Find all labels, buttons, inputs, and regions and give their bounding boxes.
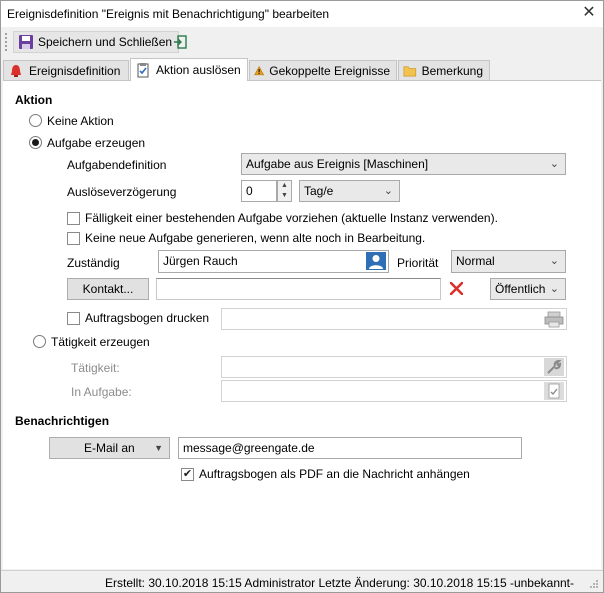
title-bar: Ereignisdefinition "Ereignis mit Benachr…	[1, 1, 603, 27]
window-title: Ereignisdefinition "Ereignis mit Benachr…	[7, 7, 330, 21]
spin-up-icon[interactable]: ▲	[278, 181, 291, 191]
faelligkeit-checkbox[interactable]	[67, 212, 80, 225]
tab-ereignisdefinition[interactable]: Ereignisdefinition	[3, 60, 129, 80]
tab-aktion-ausloesen[interactable]: Aktion auslösen	[130, 58, 248, 81]
wrench-icon[interactable]	[544, 358, 564, 376]
save-and-close-label: Speichern und Schließen	[38, 35, 173, 49]
radio-aufgabe-erzeugen[interactable]	[29, 136, 42, 149]
in-aufgabe-input[interactable]	[221, 380, 567, 402]
radio-keine-aktion[interactable]	[29, 114, 42, 127]
spin-down-icon[interactable]: ▼	[278, 191, 291, 201]
taetigkeit-input[interactable]	[221, 356, 567, 378]
keine-neue-aufgabe-checkbox[interactable]	[67, 232, 80, 245]
radio-keine-aktion-label[interactable]: Keine Aktion	[47, 114, 114, 128]
tab-label: Bemerkung	[421, 63, 483, 78]
save-and-close-button[interactable]: Speichern und Schließen	[13, 31, 180, 53]
prioritaet-value: Normal	[456, 254, 495, 268]
einheit-value: Tag/e	[304, 184, 334, 198]
sichtbarkeit-dropdown[interactable]: Öffentlich ⌄	[490, 278, 566, 300]
alarm-icon	[11, 64, 21, 77]
sichtbarkeit-value: Öffentlich	[495, 282, 546, 296]
ausloeseverzoegerung-input[interactable]: 0	[241, 180, 277, 202]
exit-door-icon[interactable]	[173, 35, 187, 49]
tab-gekoppelte-ereignisse[interactable]: Gekoppelte Ereignisse	[249, 60, 397, 80]
clipboard-check-icon[interactable]	[544, 382, 564, 400]
in-aufgabe-label: In Aufgabe:	[71, 385, 132, 399]
kontakt-input[interactable]	[156, 278, 441, 300]
radio-aufgabe-erzeugen-label[interactable]: Aufgabe erzeugen	[47, 136, 145, 150]
floppy-disk-icon	[19, 35, 33, 49]
status-text: Erstellt: 30.10.2018 15:15 Administrator…	[105, 576, 574, 590]
delete-x-icon[interactable]	[450, 282, 463, 295]
zustaendig-input[interactable]: Jürgen Rauch	[158, 250, 389, 273]
ausloeseverzoegerung-label: Auslöseverzögerung	[67, 185, 177, 199]
chevron-down-icon: ⌄	[549, 158, 559, 170]
tab-content-panel: Aktion Keine Aktion Aufgabe erzeugen Auf…	[3, 80, 601, 569]
pdf-anhaengen-checkbox[interactable]: ✔	[181, 468, 194, 481]
chevron-down-icon: ⌄	[549, 283, 559, 295]
tab-label: Gekoppelte Ereignisse	[269, 63, 390, 78]
aufgabendefinition-value: Aufgabe aus Ereignis [Maschinen]	[246, 157, 429, 171]
user-icon[interactable]	[366, 252, 386, 270]
status-bar: Erstellt: 30.10.2018 15:15 Administrator…	[1, 570, 603, 592]
printer-icon[interactable]	[544, 310, 564, 328]
folder-icon	[403, 65, 417, 76]
aufgabendefinition-label: Aufgabendefinition	[67, 158, 167, 172]
toolbar: Speichern und Schließen	[1, 27, 603, 57]
einheit-dropdown[interactable]: Tag/e ⌄	[299, 180, 400, 202]
tab-bar: Ereignisdefinition Aktion auslösen Gekop…	[1, 58, 603, 81]
caret-down-icon: ▼	[154, 443, 163, 453]
radio-taetigkeit-erzeugen[interactable]	[33, 335, 46, 348]
auftragsbogen-drucken-label[interactable]: Auftragsbogen drucken	[85, 311, 209, 325]
faelligkeit-checkbox-label[interactable]: Fälligkeit einer bestehenden Aufgabe vor…	[85, 211, 498, 225]
tab-label: Ereignisdefinition	[29, 63, 121, 78]
prioritaet-dropdown[interactable]: Normal ⌄	[451, 250, 566, 273]
zustaendig-value: Jürgen Rauch	[163, 254, 238, 268]
chevron-down-icon: ⌄	[549, 255, 559, 267]
chevron-down-icon: ⌄	[383, 185, 393, 197]
section-heading-aktion: Aktion	[15, 93, 53, 107]
close-icon[interactable]: ✕	[579, 3, 599, 23]
zustaendig-label: Zuständig	[67, 256, 120, 270]
aufgabendefinition-dropdown[interactable]: Aufgabe aus Ereignis [Maschinen] ⌄	[241, 153, 566, 175]
keine-neue-aufgabe-checkbox-label[interactable]: Keine neue Aufgabe generieren, wenn alte…	[85, 231, 425, 245]
prioritaet-label: Priorität	[397, 256, 439, 270]
tab-label: Aktion auslösen	[156, 63, 241, 77]
ausloeseverzoegerung-spinner[interactable]: ▲ ▼	[277, 180, 292, 202]
pdf-anhaengen-label[interactable]: Auftragsbogen als PDF an die Nachricht a…	[199, 467, 470, 481]
resize-grip-icon[interactable]	[589, 579, 599, 589]
tab-bemerkung[interactable]: Bemerkung	[398, 60, 490, 80]
warning-icon	[254, 65, 265, 75]
clipboard-check-icon	[137, 63, 149, 78]
toolbar-grip-icon[interactable]	[5, 33, 9, 51]
taetigkeit-label: Tätigkeit:	[71, 361, 120, 375]
auftragsbogen-drucken-checkbox[interactable]	[67, 312, 80, 325]
section-heading-benachrichtigen: Benachrichtigen	[15, 414, 110, 428]
kontakt-button[interactable]: Kontakt...	[67, 278, 149, 300]
radio-taetigkeit-erzeugen-label[interactable]: Tätigkeit erzeugen	[51, 335, 150, 349]
email-an-dropdown-button[interactable]: E-Mail an ▼	[49, 437, 170, 459]
email-an-label: E-Mail an	[84, 441, 135, 455]
drucker-input[interactable]	[221, 308, 567, 330]
email-input[interactable]: message@greengate.de	[178, 437, 522, 459]
dialog-window: Ereignisdefinition "Ereignis mit Benachr…	[0, 0, 604, 593]
